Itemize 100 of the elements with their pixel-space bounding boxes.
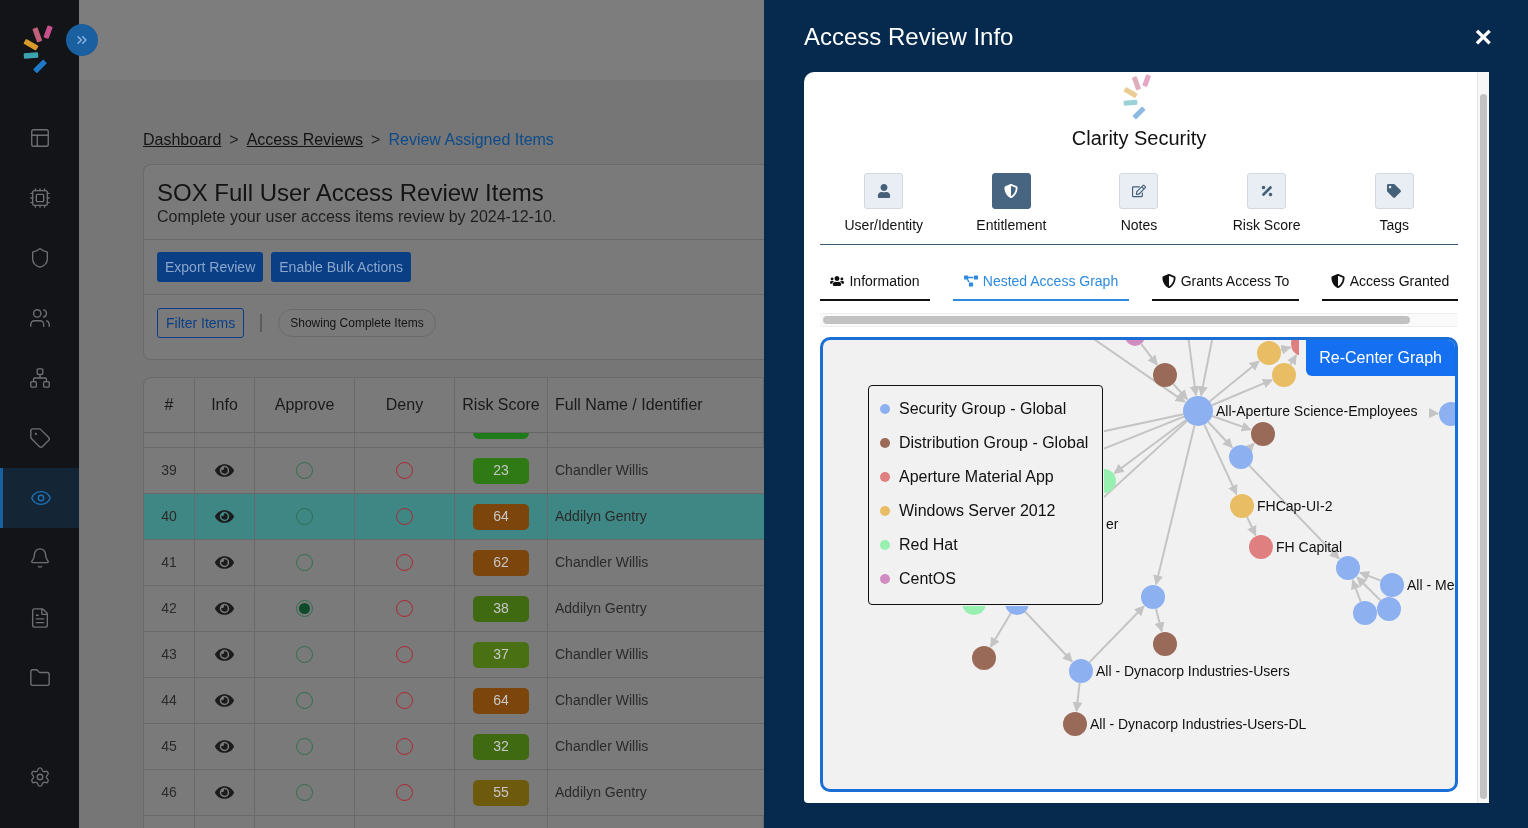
nav-item[interactable] [0, 468, 79, 528]
edge-arrow [1154, 607, 1165, 633]
horizontal-scrollbar[interactable] [820, 313, 1458, 327]
layout-icon [28, 127, 51, 149]
table-row[interactable]: 44 64 Chandler Willis [144, 678, 764, 724]
section-tab[interactable]: Access Granted [1322, 263, 1458, 301]
graph-node[interactable] [1153, 632, 1177, 656]
settings-icon[interactable] [28, 766, 51, 788]
graph-node[interactable] [1229, 445, 1253, 469]
full-name: Addilyn Gentry [555, 783, 647, 802]
eye-icon[interactable] [215, 599, 234, 618]
graph-node[interactable] [1439, 402, 1455, 426]
breadcrumb-link[interactable]: Dashboard [143, 128, 222, 152]
column-header: Approve [274, 395, 335, 415]
table-row[interactable]: 40 64 Addilyn Gentry [144, 494, 764, 540]
vertical-scrollbar[interactable] [1477, 72, 1489, 803]
graph-node[interactable] [1230, 494, 1254, 518]
graph-node[interactable] [1377, 597, 1401, 621]
table-row[interactable]: 45 32 Chandler Willis [144, 724, 764, 770]
action-button[interactable]: Export Review [157, 252, 264, 282]
graph-node[interactable] [1380, 573, 1404, 597]
graph-node[interactable] [1272, 363, 1296, 387]
graph-node[interactable] [1005, 605, 1029, 615]
full-name: Chandler Willis [555, 553, 649, 572]
breadcrumb-separator: > [371, 130, 381, 150]
table-row[interactable]: 43 37 Chandler Willis [144, 632, 764, 678]
breadcrumb-separator: > [229, 130, 239, 150]
edge-arrow [1287, 354, 1298, 366]
brand-name: Clarity Security [1071, 126, 1207, 151]
eye-icon[interactable] [215, 691, 234, 710]
review-title: SOX Full User Access Review Items [157, 179, 545, 207]
icon-tab[interactable]: Tags [1330, 173, 1458, 236]
close-button[interactable]: × [1474, 22, 1492, 52]
section-tab[interactable]: Nested Access Graph [953, 263, 1129, 301]
graph-node[interactable] [1257, 341, 1281, 365]
graph-node[interactable] [1141, 585, 1165, 609]
row-number: 43 [161, 645, 177, 664]
risk-score-badge: 64 [473, 687, 529, 714]
eye-icon[interactable] [215, 553, 234, 572]
graph-node[interactable] [1336, 556, 1360, 580]
risk-score-badge: 64 [473, 503, 529, 530]
shield-icon [991, 173, 1031, 209]
section-tab[interactable]: Grants Access To [1152, 263, 1299, 301]
risk-score-badge: 37 [473, 641, 529, 668]
row-number: 41 [161, 553, 177, 572]
graph-node[interactable] [1183, 396, 1213, 426]
graph-node[interactable] [1153, 363, 1177, 387]
icon-tab[interactable]: Notes [1075, 173, 1203, 236]
drawer-title: Access Review Info [804, 22, 1014, 52]
section-tab[interactable]: Information [820, 263, 930, 301]
graph-node[interactable] [1251, 422, 1275, 446]
bell-icon [28, 547, 51, 569]
row-number: 42 [161, 599, 177, 618]
graph-node[interactable] [1353, 601, 1377, 625]
filter-button[interactable]: Filter Items [157, 308, 245, 338]
users-icon [830, 274, 845, 288]
folder-icon [28, 667, 51, 689]
eye-icon[interactable] [215, 507, 234, 526]
edge-arrow [1088, 605, 1145, 664]
graph-node[interactable] [1063, 712, 1087, 736]
eye-icon[interactable] [215, 645, 234, 664]
person-icon [864, 173, 904, 209]
node-label: er [1106, 516, 1119, 532]
edge-arrow [989, 612, 1012, 648]
legend-label: Distribution Group - Global [899, 433, 1089, 453]
graph-node[interactable] [1104, 469, 1116, 493]
icon-tab[interactable]: Risk Score [1202, 173, 1331, 236]
edge-arrow [1279, 344, 1292, 355]
edge-arrow [1024, 610, 1074, 663]
risk-score-badge: 55 [473, 779, 529, 806]
node-label: FHCap-UI-2 [1257, 498, 1333, 514]
row-number: 39 [161, 461, 177, 480]
row-number: 44 [161, 691, 177, 710]
tag-icon [1374, 173, 1414, 209]
recenter-button[interactable]: Re-Center Graph [1306, 340, 1455, 376]
graph-node[interactable] [1125, 340, 1145, 346]
column-header: Info [211, 395, 238, 415]
action-button[interactable]: Enable Bulk Actions [271, 252, 411, 282]
eye-icon[interactable] [215, 783, 234, 802]
icon-tab[interactable]: User/Identity [820, 173, 948, 236]
graph-node[interactable] [962, 605, 986, 615]
graph-node[interactable] [1069, 659, 1093, 683]
users-icon [28, 307, 51, 329]
review-subtitle: Complete your user access items review by 2024-12-10. [157, 207, 558, 227]
graph-node[interactable] [972, 646, 996, 670]
eye-icon[interactable] [215, 737, 234, 756]
breadcrumb-link[interactable]: Access Reviews [246, 128, 364, 152]
graph-node[interactable] [1291, 340, 1299, 356]
icon-tab[interactable]: Entitlement [947, 173, 1076, 236]
diagram-icon [963, 274, 978, 288]
column-header: Deny [385, 395, 424, 415]
legend-label: Security Group - Global [899, 399, 1067, 419]
expand-button[interactable] [66, 24, 98, 56]
graph-node[interactable] [1249, 535, 1273, 559]
table-row[interactable]: 41 62 Chandler Willis [144, 540, 764, 586]
node-label: All - Dynacorp Industries-Users [1096, 663, 1290, 679]
row-number: 45 [161, 737, 177, 756]
eye-icon[interactable] [215, 461, 234, 480]
table-row[interactable]: 42 38 Addilyn Gentry [144, 586, 764, 632]
table-row[interactable]: 46 55 Addilyn Gentry [144, 770, 764, 816]
